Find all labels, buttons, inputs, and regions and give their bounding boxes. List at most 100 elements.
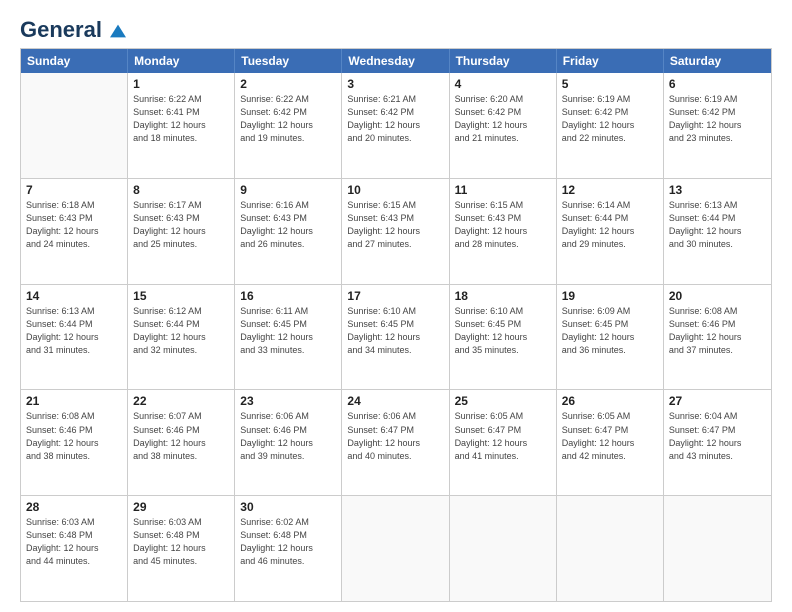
- day-cell-17: 17 Sunrise: 6:10 AM Sunset: 6:45 PM Dayli…: [342, 285, 449, 390]
- day-number: 4: [455, 77, 551, 91]
- day-info: Sunrise: 6:09 AM Sunset: 6:45 PM Dayligh…: [562, 305, 658, 357]
- header-day-saturday: Saturday: [664, 49, 771, 73]
- day-info: Sunrise: 6:03 AM Sunset: 6:48 PM Dayligh…: [133, 516, 229, 568]
- day-number: 14: [26, 289, 122, 303]
- calendar-row-3: 14 Sunrise: 6:13 AM Sunset: 6:44 PM Dayli…: [21, 284, 771, 390]
- day-number: 25: [455, 394, 551, 408]
- header-day-monday: Monday: [128, 49, 235, 73]
- day-number: 12: [562, 183, 658, 197]
- calendar-row-1: 1Sunrise: 6:22 AM Sunset: 6:41 PM Daylig…: [21, 73, 771, 178]
- day-cell-3: 3 Sunrise: 6:21 AM Sunset: 6:42 PM Daylig…: [342, 73, 449, 178]
- day-number: 8: [133, 183, 229, 197]
- day-info: Sunrise: 6:19 AM Sunset: 6:42 PM Dayligh…: [669, 93, 766, 145]
- day-number: 10: [347, 183, 443, 197]
- day-number: 16: [240, 289, 336, 303]
- logo-icon: [110, 24, 126, 38]
- day-info: Sunrise: 6:08 AM Sunset: 6:46 PM Dayligh…: [669, 305, 766, 357]
- day-info: Sunrise: 6:10 AM Sunset: 6:45 PM Dayligh…: [347, 305, 443, 357]
- logo-text: General: [20, 18, 126, 42]
- day-number: 29: [133, 500, 229, 514]
- day-number: 21: [26, 394, 122, 408]
- day-number: 24: [347, 394, 443, 408]
- day-number: 7: [26, 183, 122, 197]
- day-cell-26: 26 Sunrise: 6:05 AM Sunset: 6:47 PM Dayli…: [557, 390, 664, 495]
- empty-cell-4-5: [557, 496, 664, 601]
- header-day-tuesday: Tuesday: [235, 49, 342, 73]
- day-info: Sunrise: 6:16 AM Sunset: 6:43 PM Dayligh…: [240, 199, 336, 251]
- day-number: 27: [669, 394, 766, 408]
- header-day-sunday: Sunday: [21, 49, 128, 73]
- day-number: 28: [26, 500, 122, 514]
- day-info: Sunrise: 6:02 AM Sunset: 6:48 PM Dayligh…: [240, 516, 336, 568]
- day-cell-1: 1Sunrise: 6:22 AM Sunset: 6:41 PM Daylig…: [128, 73, 235, 178]
- header: General: [20, 18, 772, 38]
- day-cell-22: 22 Sunrise: 6:07 AM Sunset: 6:46 PM Dayli…: [128, 390, 235, 495]
- day-info: Sunrise: 6:10 AM Sunset: 6:45 PM Dayligh…: [455, 305, 551, 357]
- day-cell-28: 28 Sunrise: 6:03 AM Sunset: 6:48 PM Dayli…: [21, 496, 128, 601]
- day-cell-8: 8Sunrise: 6:17 AM Sunset: 6:43 PM Daylig…: [128, 179, 235, 284]
- day-info: Sunrise: 6:13 AM Sunset: 6:44 PM Dayligh…: [26, 305, 122, 357]
- day-cell-7: 7 Sunrise: 6:18 AM Sunset: 6:43 PM Daylig…: [21, 179, 128, 284]
- header-day-friday: Friday: [557, 49, 664, 73]
- day-cell-25: 25 Sunrise: 6:05 AM Sunset: 6:47 PM Dayli…: [450, 390, 557, 495]
- day-cell-2: 2 Sunrise: 6:22 AM Sunset: 6:42 PM Daylig…: [235, 73, 342, 178]
- day-number: 3: [347, 77, 443, 91]
- empty-cell-4-6: [664, 496, 771, 601]
- day-number: 18: [455, 289, 551, 303]
- day-info: Sunrise: 6:04 AM Sunset: 6:47 PM Dayligh…: [669, 410, 766, 462]
- calendar-row-5: 28 Sunrise: 6:03 AM Sunset: 6:48 PM Dayli…: [21, 495, 771, 601]
- day-info: Sunrise: 6:21 AM Sunset: 6:42 PM Dayligh…: [347, 93, 443, 145]
- day-cell-12: 12 Sunrise: 6:14 AM Sunset: 6:44 PM Dayli…: [557, 179, 664, 284]
- day-cell-15: 15 Sunrise: 6:12 AM Sunset: 6:44 PM Dayli…: [128, 285, 235, 390]
- day-cell-20: 20 Sunrise: 6:08 AM Sunset: 6:46 PM Dayli…: [664, 285, 771, 390]
- calendar: SundayMondayTuesdayWednesdayThursdayFrid…: [20, 48, 772, 602]
- day-number: 19: [562, 289, 658, 303]
- day-info: Sunrise: 6:18 AM Sunset: 6:43 PM Dayligh…: [26, 199, 122, 251]
- day-number: 30: [240, 500, 336, 514]
- day-info: Sunrise: 6:12 AM Sunset: 6:44 PM Dayligh…: [133, 305, 229, 357]
- calendar-row-4: 21 Sunrise: 6:08 AM Sunset: 6:46 PM Dayli…: [21, 389, 771, 495]
- day-cell-4: 4 Sunrise: 6:20 AM Sunset: 6:42 PM Daylig…: [450, 73, 557, 178]
- page: General SundayMondayTuesdayWednesdayThur…: [0, 0, 792, 612]
- day-cell-23: 23Sunrise: 6:06 AM Sunset: 6:46 PM Dayli…: [235, 390, 342, 495]
- day-cell-14: 14 Sunrise: 6:13 AM Sunset: 6:44 PM Dayli…: [21, 285, 128, 390]
- calendar-row-2: 7 Sunrise: 6:18 AM Sunset: 6:43 PM Daylig…: [21, 178, 771, 284]
- day-number: 15: [133, 289, 229, 303]
- calendar-body: 1Sunrise: 6:22 AM Sunset: 6:41 PM Daylig…: [21, 73, 771, 601]
- day-number: 20: [669, 289, 766, 303]
- day-info: Sunrise: 6:08 AM Sunset: 6:46 PM Dayligh…: [26, 410, 122, 462]
- day-info: Sunrise: 6:15 AM Sunset: 6:43 PM Dayligh…: [455, 199, 551, 251]
- day-info: Sunrise: 6:22 AM Sunset: 6:42 PM Dayligh…: [240, 93, 336, 145]
- day-cell-18: 18 Sunrise: 6:10 AM Sunset: 6:45 PM Dayli…: [450, 285, 557, 390]
- day-number: 22: [133, 394, 229, 408]
- day-info: Sunrise: 6:20 AM Sunset: 6:42 PM Dayligh…: [455, 93, 551, 145]
- day-info: Sunrise: 6:11 AM Sunset: 6:45 PM Dayligh…: [240, 305, 336, 357]
- day-number: 5: [562, 77, 658, 91]
- day-cell-5: 5 Sunrise: 6:19 AM Sunset: 6:42 PM Daylig…: [557, 73, 664, 178]
- day-cell-11: 11Sunrise: 6:15 AM Sunset: 6:43 PM Dayli…: [450, 179, 557, 284]
- day-number: 9: [240, 183, 336, 197]
- day-cell-21: 21 Sunrise: 6:08 AM Sunset: 6:46 PM Dayli…: [21, 390, 128, 495]
- day-cell-10: 10Sunrise: 6:15 AM Sunset: 6:43 PM Dayli…: [342, 179, 449, 284]
- day-number: 2: [240, 77, 336, 91]
- day-info: Sunrise: 6:03 AM Sunset: 6:48 PM Dayligh…: [26, 516, 122, 568]
- empty-cell-0-0: [21, 73, 128, 178]
- day-cell-19: 19 Sunrise: 6:09 AM Sunset: 6:45 PM Dayli…: [557, 285, 664, 390]
- day-number: 26: [562, 394, 658, 408]
- day-cell-6: 6Sunrise: 6:19 AM Sunset: 6:42 PM Daylig…: [664, 73, 771, 178]
- day-cell-13: 13Sunrise: 6:13 AM Sunset: 6:44 PM Dayli…: [664, 179, 771, 284]
- day-info: Sunrise: 6:07 AM Sunset: 6:46 PM Dayligh…: [133, 410, 229, 462]
- day-info: Sunrise: 6:22 AM Sunset: 6:41 PM Dayligh…: [133, 93, 229, 145]
- empty-cell-4-3: [342, 496, 449, 601]
- header-day-thursday: Thursday: [450, 49, 557, 73]
- day-cell-30: 30 Sunrise: 6:02 AM Sunset: 6:48 PM Dayli…: [235, 496, 342, 601]
- day-info: Sunrise: 6:14 AM Sunset: 6:44 PM Dayligh…: [562, 199, 658, 251]
- day-number: 17: [347, 289, 443, 303]
- day-info: Sunrise: 6:06 AM Sunset: 6:46 PM Dayligh…: [240, 410, 336, 462]
- day-info: Sunrise: 6:19 AM Sunset: 6:42 PM Dayligh…: [562, 93, 658, 145]
- day-info: Sunrise: 6:05 AM Sunset: 6:47 PM Dayligh…: [562, 410, 658, 462]
- day-info: Sunrise: 6:05 AM Sunset: 6:47 PM Dayligh…: [455, 410, 551, 462]
- calendar-header: SundayMondayTuesdayWednesdayThursdayFrid…: [21, 49, 771, 73]
- empty-cell-4-4: [450, 496, 557, 601]
- day-cell-27: 27 Sunrise: 6:04 AM Sunset: 6:47 PM Dayli…: [664, 390, 771, 495]
